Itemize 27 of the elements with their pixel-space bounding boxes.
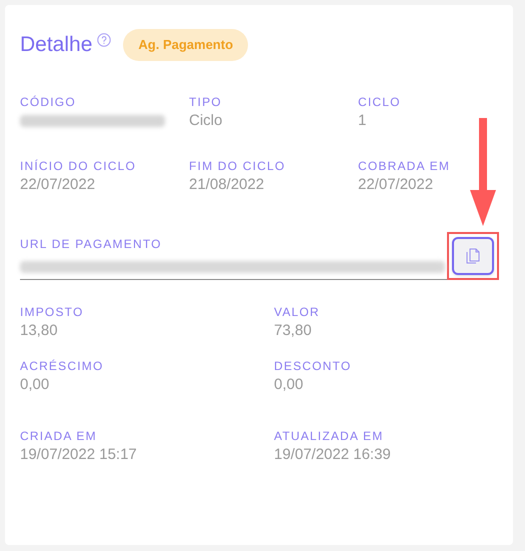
field-label: URL DE PAGAMENTO [20,236,163,252]
field-value: Ciclo [189,111,224,131]
status-badge: Ag. Pagamento [123,29,248,61]
field-value: 22/07/2022 [358,175,434,195]
field-value: 0,00 [274,375,304,395]
field-value: 1 [358,111,368,131]
field-label: COBRADA EM [358,158,452,174]
field-value: 22/07/2022 [20,175,96,195]
field-label: CRIADA EM [20,428,98,444]
field-label: FIM DO CICLO [189,158,286,174]
field-value: 21/08/2022 [189,175,266,195]
field-value: 73,80 [274,321,313,341]
field-label: ACRÉSCIMO [20,358,104,374]
help-icon[interactable] [97,33,112,47]
field-label: VALOR [274,304,321,320]
card-title: Detalhe [20,32,92,58]
field-label: CÓDIGO [20,94,77,110]
field-value: 19/07/2022 15:17 [20,445,138,465]
field-value: 13,80 [20,321,59,341]
field-value: 0,00 [20,375,50,395]
field-label: IMPOSTO [20,304,85,320]
field-label: DESCONTO [274,358,352,374]
field-label: ATUALIZADA EM [274,428,384,444]
field-label: CICLO [358,94,402,110]
field-label: INÍCIO DO CICLO [20,158,138,174]
field-value: 19/07/2022 16:39 [274,445,392,465]
field-label: TIPO [189,94,223,110]
